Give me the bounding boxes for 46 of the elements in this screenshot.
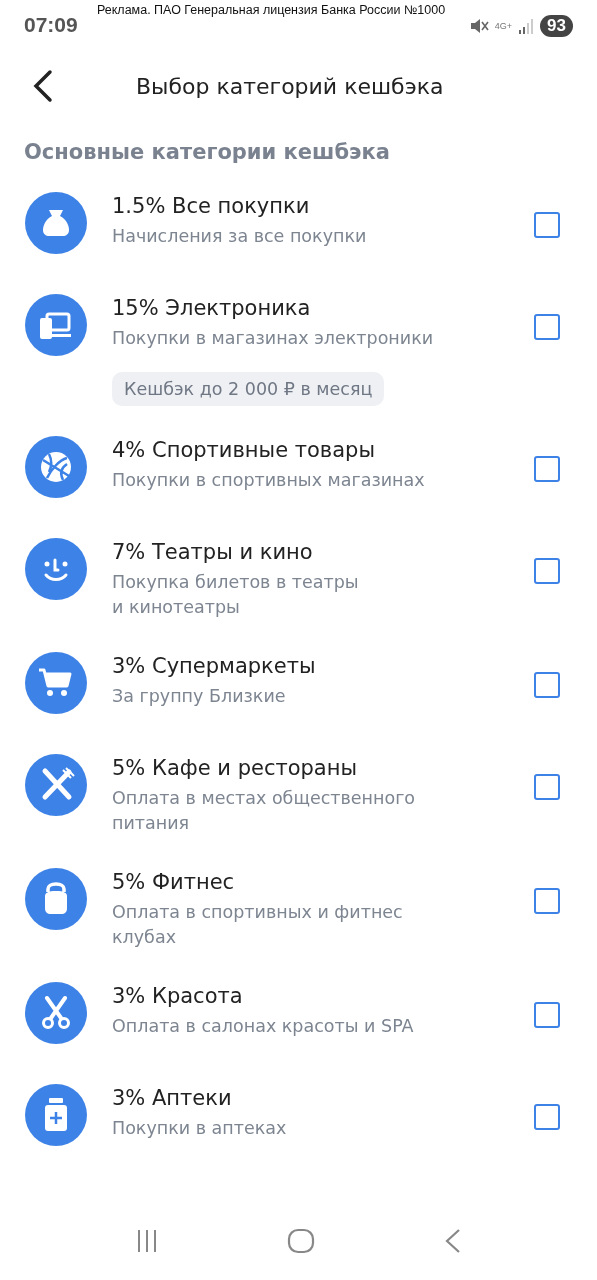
category-description: Начисления за все покупки bbox=[112, 225, 368, 248]
checkbox[interactable] bbox=[534, 1104, 560, 1130]
category-title: 4% Спортивные товары bbox=[112, 437, 376, 464]
checkbox[interactable] bbox=[534, 888, 560, 914]
checkbox[interactable] bbox=[534, 212, 560, 238]
clock: 07:09 bbox=[24, 13, 78, 37]
network-type: 4G+ bbox=[494, 21, 513, 31]
category-title: 1.5% Все покупки bbox=[112, 193, 311, 220]
category-title: 15% Электроника bbox=[112, 295, 312, 322]
category-description: Оплата в местах общественного питания bbox=[112, 787, 417, 835]
cart-icon bbox=[25, 652, 87, 714]
checkbox[interactable] bbox=[534, 774, 560, 800]
ad-disclaimer: Реклама. ПАО Генеральная лицензия Банка России №1000 bbox=[97, 3, 446, 17]
category-title: 5% Фитнес bbox=[112, 869, 236, 896]
category-title: 5% Кафе и рестораны bbox=[112, 755, 359, 782]
checkbox[interactable] bbox=[534, 314, 560, 340]
section-heading: Основные категории кешбэка bbox=[23, 139, 391, 166]
category-description: Покупки в спортивных магазинах bbox=[112, 469, 426, 492]
checkbox[interactable] bbox=[534, 456, 560, 482]
signal-icon bbox=[518, 17, 535, 35]
category-title: 3% Аптеки bbox=[112, 1085, 233, 1112]
scissors-icon bbox=[25, 982, 87, 1044]
page-title: Выбор категорий кешбэка bbox=[136, 73, 444, 99]
category-description: Покупки в магазинах электроники bbox=[112, 327, 435, 350]
kettlebell-icon bbox=[25, 868, 87, 930]
battery-level: 93 bbox=[540, 15, 573, 37]
bag-icon bbox=[25, 192, 87, 254]
home-icon[interactable] bbox=[287, 1228, 316, 1254]
cashback-limit-tag: Кешбэк до 2 000 ₽ в месяц bbox=[112, 372, 385, 406]
checkbox[interactable] bbox=[534, 558, 560, 584]
devices-icon bbox=[25, 294, 87, 356]
mute-icon bbox=[468, 16, 489, 36]
category-description: Покупка билетов в театры и кинотеатры bbox=[112, 571, 360, 619]
pill-icon bbox=[25, 1084, 87, 1146]
category-description: Оплата в салонах красоты и SPA bbox=[112, 1015, 415, 1038]
category-description: Оплата в спортивных и фитнес клубах bbox=[112, 901, 404, 949]
checkbox[interactable] bbox=[534, 672, 560, 698]
cutlery-icon bbox=[25, 754, 87, 816]
ball-icon bbox=[25, 436, 87, 498]
category-description: За группу Близкие bbox=[112, 685, 287, 708]
category-title: 3% Красота bbox=[112, 983, 244, 1010]
category-title: 7% Театры и кино bbox=[112, 539, 314, 566]
checkbox[interactable] bbox=[534, 1002, 560, 1028]
smile-icon bbox=[25, 538, 87, 600]
category-title: 3% Супермаркеты bbox=[112, 653, 317, 680]
category-description: Покупки в аптеках bbox=[112, 1117, 288, 1140]
